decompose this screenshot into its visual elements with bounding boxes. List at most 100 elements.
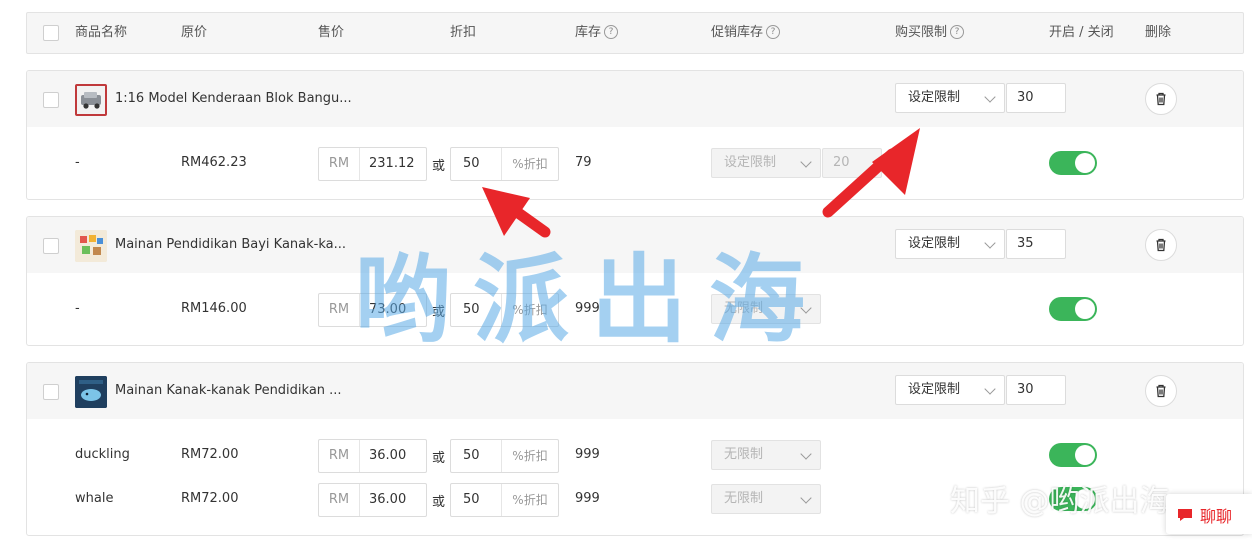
variant-name: -	[75, 301, 80, 316]
discount-value: 50	[463, 448, 480, 463]
variant-stock: 999	[575, 301, 600, 316]
header-promo-stock-label: 促销库存	[711, 25, 764, 40]
purchase-limit-select-label: 设定限制	[908, 382, 961, 397]
currency-prefix: RM	[319, 440, 360, 472]
purchase-limit-select[interactable]: 设定限制	[895, 229, 1005, 259]
variant-stock: 79	[575, 155, 592, 170]
sale-price-input[interactable]: RM 36.00	[318, 439, 427, 473]
discount-input[interactable]: 50 %折扣	[450, 483, 559, 517]
currency-prefix: RM	[319, 148, 360, 180]
delete-button[interactable]	[1145, 375, 1177, 407]
product-checkbox[interactable]	[43, 238, 59, 254]
product-card-header: Mainan Pendidikan Bayi Kanak-ka... 设定限制 …	[27, 217, 1243, 273]
header-purchase-limit: 购买限制?	[895, 13, 965, 53]
sale-price-value: 36.00	[369, 448, 407, 463]
promo-stock-select[interactable]: 无限制	[711, 440, 821, 470]
trash-icon	[1156, 92, 1166, 106]
variant-stock: 999	[575, 447, 600, 462]
sale-price-input[interactable]: RM 36.00	[318, 483, 427, 517]
or-label: 或	[432, 305, 446, 320]
promo-stock-select[interactable]: 无限制	[711, 294, 821, 324]
help-icon[interactable]: ?	[604, 24, 619, 39]
promo-stock-select[interactable]: 设定限制	[711, 148, 821, 178]
discount-input[interactable]: 50 %折扣	[450, 439, 559, 473]
product-checkbox[interactable]	[43, 384, 59, 400]
variant-original-price: RM462.23	[181, 155, 247, 170]
product-card: Mainan Pendidikan Bayi Kanak-ka... 设定限制 …	[26, 216, 1244, 346]
variant-original-price: RM72.00	[181, 491, 239, 506]
product-thumbnail	[75, 84, 107, 116]
header-purchase-limit-label: 购买限制	[895, 25, 948, 40]
header-on-off: 开启 / 关闭	[1049, 25, 1114, 40]
sale-price-value: 36.00	[369, 492, 407, 507]
promo-stock-select-label: 无限制	[724, 301, 764, 316]
discount-value: 50	[463, 302, 480, 317]
sale-price-value: 73.00	[369, 302, 407, 317]
discount-value: 50	[463, 492, 480, 507]
discount-suffix: %折扣	[501, 148, 558, 180]
chevron-down-icon	[800, 448, 812, 460]
select-all-checkbox[interactable]	[43, 25, 59, 41]
promo-stock-select-label: 无限制	[724, 491, 764, 506]
toggle-knob	[1075, 445, 1095, 465]
chat-button[interactable]: 聊聊	[1166, 494, 1252, 534]
purchase-limit-select-label: 设定限制	[908, 90, 961, 105]
product-name: Mainan Kanak-kanak Pendidikan ...	[115, 383, 342, 398]
help-icon[interactable]: ?	[766, 24, 781, 39]
chat-icon	[1178, 509, 1192, 521]
purchase-limit-select[interactable]: 设定限制	[895, 375, 1005, 405]
currency-prefix: RM	[319, 484, 360, 516]
chevron-down-icon	[984, 237, 996, 249]
header-sale-price: 售价	[318, 25, 345, 40]
product-card-header: Mainan Kanak-kanak Pendidikan ... 设定限制 3…	[27, 363, 1243, 419]
product-card: 1:16 Model Kenderaan Blok Bangu... 设定限制 …	[26, 70, 1244, 200]
toggle-knob	[1075, 299, 1095, 319]
sale-price-input[interactable]: RM 231.12	[318, 147, 427, 181]
chevron-down-icon	[984, 91, 996, 103]
variant-original-price: RM146.00	[181, 301, 247, 316]
purchase-limit-input[interactable]: 35	[1006, 229, 1066, 259]
purchase-limit-input[interactable]: 30	[1006, 375, 1066, 405]
product-name: 1:16 Model Kenderaan Blok Bangu...	[115, 91, 352, 106]
sale-price-input[interactable]: RM 73.00	[318, 293, 427, 327]
chevron-down-icon	[800, 492, 812, 504]
help-icon[interactable]: ?	[950, 24, 965, 39]
discount-suffix: %折扣	[501, 440, 558, 472]
header-original-price: 原价	[181, 25, 208, 40]
promo-stock-select-label: 无限制	[724, 447, 764, 462]
or-label: 或	[432, 451, 446, 466]
discount-suffix: %折扣	[501, 484, 558, 516]
purchase-limit-select[interactable]: 设定限制	[895, 83, 1005, 113]
promo-stock-input[interactable]: 20	[822, 148, 882, 178]
enable-toggle[interactable]	[1049, 443, 1097, 467]
delete-button[interactable]	[1145, 83, 1177, 115]
chevron-down-icon	[800, 302, 812, 314]
product-checkbox[interactable]	[43, 92, 59, 108]
variant-name: -	[75, 155, 80, 170]
product-card-header: 1:16 Model Kenderaan Blok Bangu... 设定限制 …	[27, 71, 1243, 127]
or-label: 或	[432, 159, 446, 174]
or-label: 或	[432, 495, 446, 510]
variant-name: whale	[75, 491, 114, 506]
delete-button[interactable]	[1145, 229, 1177, 261]
enable-toggle[interactable]	[1049, 151, 1097, 175]
zhihu-watermark: 知乎 @哟派出海	[950, 484, 1170, 519]
discount-input[interactable]: 50 %折扣	[450, 147, 559, 181]
trash-icon	[1156, 238, 1166, 252]
discount-input[interactable]: 50 %折扣	[450, 293, 559, 327]
promo-stock-select-label: 设定限制	[724, 155, 777, 170]
chevron-down-icon	[800, 156, 812, 168]
table-header: 商品名称 原价 售价 折扣 库存? 促销库存? 购买限制? 开启 / 关闭 删除	[26, 12, 1244, 54]
purchase-limit-input[interactable]: 30	[1006, 83, 1066, 113]
header-promo-stock: 促销库存?	[711, 13, 781, 53]
chat-button-label: 聊聊	[1200, 507, 1233, 526]
chevron-down-icon	[984, 383, 996, 395]
promo-stock-select[interactable]: 无限制	[711, 484, 821, 514]
sale-price-value: 231.12	[369, 156, 415, 171]
header-discount: 折扣	[450, 25, 477, 40]
discount-suffix: %折扣	[501, 294, 558, 326]
enable-toggle[interactable]	[1049, 297, 1097, 321]
header-product-name: 商品名称	[75, 25, 128, 40]
product-name: Mainan Pendidikan Bayi Kanak-ka...	[115, 237, 347, 252]
discount-value: 50	[463, 156, 480, 171]
